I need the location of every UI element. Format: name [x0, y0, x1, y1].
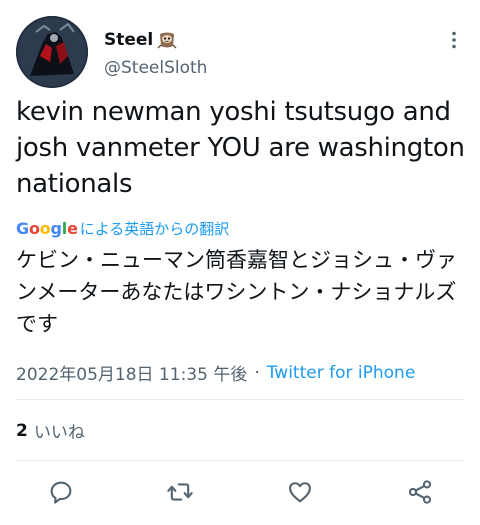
translated-text: ケビン・ニューマン筒香嘉智とジョシュ・ヴァンメーターあなたはワシントン・ナショナ…: [16, 248, 457, 336]
avatar[interactable]: [16, 16, 88, 88]
google-letter: g: [50, 218, 62, 238]
tweet-meta: 2022年05月18日 11:35 午後 · Twitter for iPhon…: [16, 360, 416, 386]
google-letter: G: [16, 218, 29, 238]
reply-icon[interactable]: [47, 478, 75, 506]
tweet-text: kevin newman yoshi tsutsugo and josh van…: [16, 97, 465, 199]
likes-row[interactable]: 2 いいね: [16, 418, 85, 444]
display-name[interactable]: Steel: [104, 30, 153, 50]
divider: [16, 460, 464, 461]
divider: [16, 399, 464, 400]
heart-icon[interactable]: [286, 478, 314, 506]
tweet-header: Steel @SteelSloth: [16, 16, 464, 90]
action-bar: [0, 472, 480, 512]
timestamp[interactable]: 2022年05月18日 11:35 午後: [16, 360, 247, 385]
likes-count[interactable]: 2: [16, 421, 28, 441]
likes-label[interactable]: いいね: [34, 418, 85, 443]
meta-separator: ·: [254, 362, 260, 383]
translation-attribution: Google による英語からの翻訳: [16, 217, 229, 239]
more-vertical-icon[interactable]: [444, 30, 464, 50]
display-name-row[interactable]: Steel: [104, 28, 207, 52]
author-block[interactable]: Steel @SteelSloth: [104, 28, 207, 78]
google-letter: o: [39, 218, 51, 238]
retweet-icon[interactable]: [166, 478, 194, 506]
share-icon[interactable]: [406, 478, 434, 506]
user-handle[interactable]: @SteelSloth: [104, 58, 207, 78]
translation-label: による英語からの翻訳: [79, 219, 230, 238]
google-letter: o: [28, 218, 40, 238]
source-link[interactable]: Twitter for iPhone: [267, 363, 416, 383]
google-letter: e: [67, 218, 78, 238]
sloth-emoji: [157, 30, 177, 50]
google-logo: Google: [16, 219, 78, 238]
